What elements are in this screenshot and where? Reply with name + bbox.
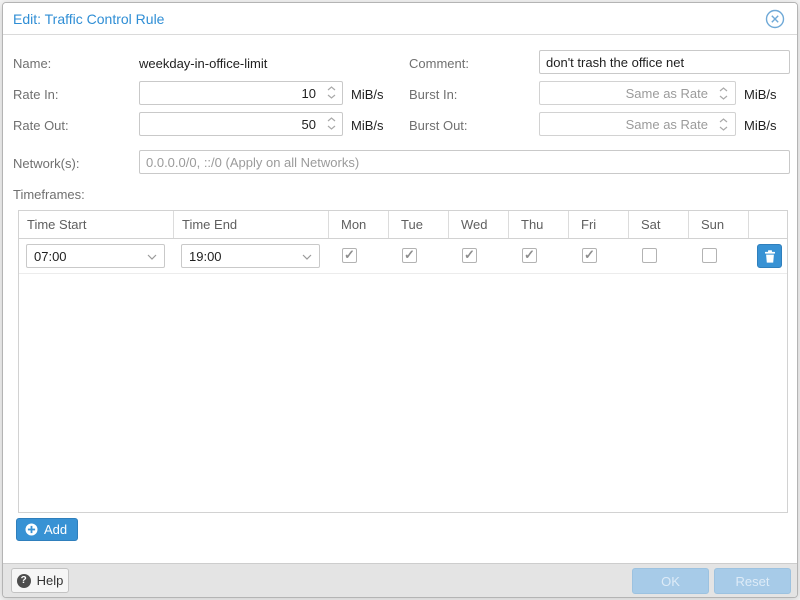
dialog-traffic-control-rule: Edit: Traffic Control Rule Name: weekday… bbox=[2, 2, 798, 598]
col-header-actions bbox=[749, 211, 787, 238]
reset-button[interactable]: Reset bbox=[714, 568, 791, 594]
time-start-combobox[interactable]: 07:00 bbox=[26, 244, 165, 268]
burst-out-unit: MiB/s bbox=[744, 118, 777, 133]
checkbox-thu[interactable] bbox=[522, 248, 537, 263]
col-header-time-end[interactable]: Time End bbox=[174, 211, 329, 238]
name-value: weekday-in-office-limit bbox=[139, 56, 267, 71]
col-header-sun[interactable]: Sun bbox=[689, 211, 749, 238]
dialog-titlebar: Edit: Traffic Control Rule bbox=[3, 3, 797, 35]
col-header-sat[interactable]: Sat bbox=[629, 211, 689, 238]
col-header-tue[interactable]: Tue bbox=[389, 211, 449, 238]
chevron-down-icon[interactable] bbox=[147, 254, 157, 260]
spinner-up-down-icon[interactable] bbox=[719, 87, 728, 100]
dialog-title: Edit: Traffic Control Rule bbox=[13, 11, 164, 27]
rate-in-input[interactable] bbox=[139, 81, 343, 105]
spinner-up-down-icon[interactable] bbox=[327, 117, 336, 130]
col-header-fri[interactable]: Fri bbox=[569, 211, 629, 238]
time-start-value: 07:00 bbox=[34, 249, 67, 264]
close-icon[interactable] bbox=[765, 9, 785, 29]
add-button-label: Add bbox=[44, 522, 67, 537]
checkbox-sun[interactable] bbox=[702, 248, 717, 263]
networks-label: Network(s): bbox=[13, 156, 79, 171]
rate-in-label: Rate In: bbox=[13, 87, 59, 102]
checkbox-tue[interactable] bbox=[402, 248, 417, 263]
rate-out-label: Rate Out: bbox=[13, 118, 69, 133]
question-mark-icon: ? bbox=[17, 574, 31, 588]
table-header-row: Time Start Time End Mon Tue Wed Thu Fri … bbox=[19, 211, 787, 239]
checkbox-mon[interactable] bbox=[342, 248, 357, 263]
add-button[interactable]: Add bbox=[16, 518, 78, 541]
rate-out-unit: MiB/s bbox=[351, 118, 384, 133]
rate-in-field[interactable] bbox=[139, 81, 343, 105]
burst-out-placeholder: Same as Rate bbox=[626, 117, 708, 132]
time-end-value: 19:00 bbox=[189, 249, 222, 264]
networks-input[interactable] bbox=[139, 150, 790, 174]
ok-button[interactable]: OK bbox=[632, 568, 709, 594]
dialog-footer: ? Help OK Reset bbox=[3, 563, 797, 597]
checkbox-sat[interactable] bbox=[642, 248, 657, 263]
rate-out-input[interactable] bbox=[139, 112, 343, 136]
rate-out-field[interactable] bbox=[139, 112, 343, 136]
comment-input[interactable] bbox=[539, 50, 790, 74]
checkbox-fri[interactable] bbox=[582, 248, 597, 263]
plus-circle-icon bbox=[25, 523, 38, 536]
help-button-label: Help bbox=[37, 573, 64, 588]
col-header-mon[interactable]: Mon bbox=[329, 211, 389, 238]
burst-in-label: Burst In: bbox=[409, 87, 457, 102]
chevron-down-icon[interactable] bbox=[302, 254, 312, 260]
burst-in-unit: MiB/s bbox=[744, 87, 777, 102]
name-label: Name: bbox=[13, 56, 51, 71]
col-header-thu[interactable]: Thu bbox=[509, 211, 569, 238]
time-end-combobox[interactable]: 19:00 bbox=[181, 244, 320, 268]
timeframes-label: Timeframes: bbox=[13, 187, 85, 202]
comment-label: Comment: bbox=[409, 56, 469, 71]
col-header-wed[interactable]: Wed bbox=[449, 211, 509, 238]
spinner-up-down-icon[interactable] bbox=[327, 86, 336, 99]
burst-out-field[interactable]: Same as Rate bbox=[539, 112, 736, 136]
table-row: 07:00 19:00 bbox=[19, 239, 787, 274]
delete-row-button[interactable] bbox=[757, 244, 782, 268]
burst-out-label: Burst Out: bbox=[409, 118, 468, 133]
timeframes-table: Time Start Time End Mon Tue Wed Thu Fri … bbox=[18, 210, 788, 513]
burst-in-placeholder: Same as Rate bbox=[626, 86, 708, 101]
checkbox-wed[interactable] bbox=[462, 248, 477, 263]
rate-in-unit: MiB/s bbox=[351, 87, 384, 102]
burst-in-field[interactable]: Same as Rate bbox=[539, 81, 736, 105]
spinner-up-down-icon[interactable] bbox=[719, 118, 728, 131]
help-button[interactable]: ? Help bbox=[11, 568, 69, 593]
col-header-time-start[interactable]: Time Start bbox=[19, 211, 174, 238]
trash-icon bbox=[764, 250, 776, 263]
